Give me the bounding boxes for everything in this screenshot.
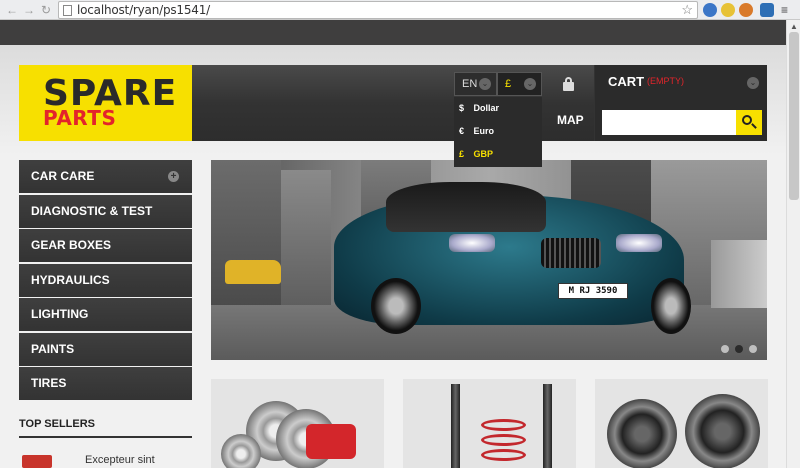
scroll-up-icon[interactable]: ▲ <box>790 22 798 31</box>
top-seller-link[interactable]: Excepteur sint <box>85 454 155 466</box>
plus-circle-icon[interactable]: + <box>168 171 179 182</box>
search-button[interactable] <box>736 110 762 135</box>
page-scrollbar[interactable]: ▲ <box>786 20 800 468</box>
reload-icon[interactable]: ↻ <box>38 2 54 18</box>
browser-toolbar: ← → ↻ localhost/ryan/ps1541/ ☆ ≡ <box>0 0 800 20</box>
currency-dropdown: $ Dollar € Euro £ GBP <box>454 97 542 167</box>
product-card-brake-discs[interactable] <box>211 379 384 468</box>
nav-link-sitemap[interactable]: MAP <box>557 113 584 127</box>
currency-value: £ <box>505 78 512 90</box>
language-value: EN <box>462 78 478 90</box>
extension-icon[interactable] <box>703 3 717 17</box>
scrollbar-thumb[interactable] <box>789 32 799 200</box>
category-lighting[interactable]: LIGHTING <box>19 298 192 331</box>
currency-option-euro[interactable]: € Euro <box>454 120 542 143</box>
product-card-shock-absorbers[interactable] <box>403 379 576 468</box>
slider-dot-1[interactable] <box>721 345 729 353</box>
chevron-down-icon: ⌄ <box>479 78 491 90</box>
cart-label: CART <box>608 74 645 89</box>
category-diagnostic-test[interactable]: DIAGNOSTIC & TEST <box>19 195 192 228</box>
site-header: SPARE PARTS EN ⌄ £ ⌄ MAP CART (EMPTY) ⌄ <box>19 65 767 141</box>
logo[interactable]: SPARE PARTS <box>19 65 192 141</box>
category-tires[interactable]: TIRES <box>19 367 192 400</box>
top-sellers-heading: TOP SELLERS <box>19 418 192 438</box>
cart-block[interactable]: CART (EMPTY) ⌄ <box>595 65 767 141</box>
lock-icon[interactable] <box>563 77 574 91</box>
forward-icon[interactable]: → <box>21 2 37 18</box>
currency-option-dollar[interactable]: $ Dollar <box>454 97 542 120</box>
extension-icon[interactable] <box>721 3 735 17</box>
back-icon[interactable]: ← <box>4 2 20 18</box>
url-text: localhost/ryan/ps1541/ <box>77 3 210 17</box>
top-seller-thumbnail[interactable] <box>22 455 52 468</box>
currency-option-gbp[interactable]: £ GBP <box>454 143 542 166</box>
category-hydraulics[interactable]: HYDRAULICS <box>19 264 192 297</box>
search-input[interactable] <box>602 110 736 135</box>
license-plate: M RJ 3590 <box>558 283 628 299</box>
chevron-down-icon: ⌄ <box>524 78 536 90</box>
logo-line2: PARTS <box>43 106 117 130</box>
category-paints[interactable]: PAINTS <box>19 333 192 366</box>
truck-graphic <box>711 240 767 308</box>
menu-icon[interactable]: ≡ <box>781 3 795 17</box>
slider-dot-3[interactable] <box>749 345 757 353</box>
taxi-graphic <box>225 260 281 284</box>
page-icon <box>63 5 72 16</box>
cart-status: (EMPTY) <box>647 76 684 86</box>
product-card-speakers[interactable] <box>595 379 768 468</box>
address-bar[interactable]: localhost/ryan/ps1541/ ☆ <box>58 1 698 19</box>
slider-dot-2[interactable] <box>735 345 743 353</box>
category-car-care[interactable]: CAR CARE + <box>19 160 192 193</box>
hero-banner[interactable]: M RJ 3590 <box>211 160 767 360</box>
language-selector[interactable]: EN ⌄ <box>454 72 497 96</box>
category-gear-boxes[interactable]: GEAR BOXES <box>19 229 192 262</box>
site-top-strip <box>0 20 786 45</box>
chevron-down-icon[interactable]: ⌄ <box>747 77 759 89</box>
extension-icon[interactable] <box>760 3 774 17</box>
currency-selector[interactable]: £ ⌄ <box>497 72 542 96</box>
bookmark-star-icon[interactable]: ☆ <box>681 2 693 18</box>
extension-icon[interactable] <box>739 3 753 17</box>
